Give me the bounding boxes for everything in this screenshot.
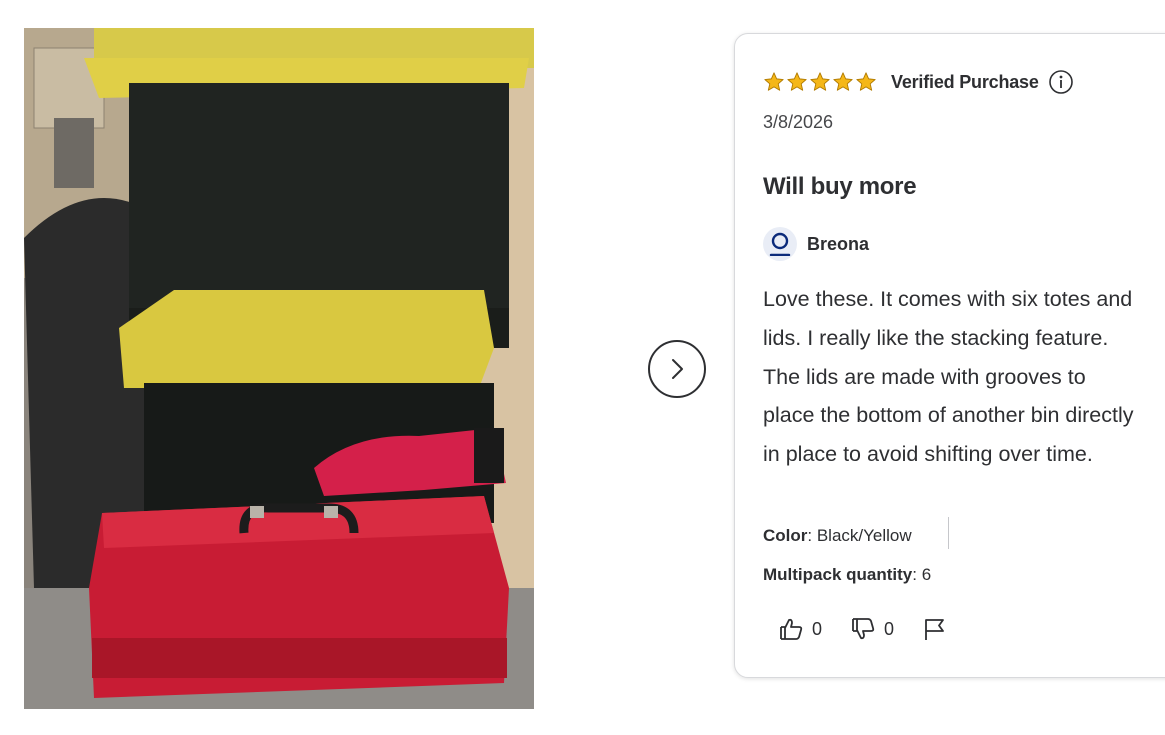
thumbs-down-icon (852, 618, 875, 640)
star-icon (810, 72, 830, 91)
helpful-button[interactable]: 0 (778, 616, 822, 642)
author-name: Breona (807, 233, 870, 254)
helpful-count: 0 (812, 618, 823, 639)
review-title: Will buy more (763, 173, 917, 200)
star-rating (763, 71, 877, 93)
unhelpful-count: 0 (884, 618, 895, 639)
thumbs-up-icon (780, 618, 803, 640)
user-icon (769, 232, 791, 256)
chevron-right-icon (672, 359, 683, 379)
attribute-divider (948, 517, 949, 549)
attribute-quantity-label: Multipack quantity (763, 565, 913, 584)
next-review-button[interactable] (648, 340, 706, 398)
review-author: Breona (763, 227, 869, 261)
attribute-quantity-value: 6 (921, 565, 932, 584)
star-icon (787, 72, 807, 91)
review-actions: 0 0 (778, 616, 948, 642)
attribute-color-value: Black/Yellow (816, 526, 912, 545)
review-photo-image (24, 28, 534, 709)
verified-purchase-label: Verified Purchase (891, 71, 1039, 92)
star-icon (833, 72, 853, 91)
star-icon (764, 72, 784, 91)
review-card: Verified Purchase 3/8/2026 Will buy more… (734, 33, 1165, 678)
avatar (763, 227, 797, 261)
rating-row: Verified Purchase (763, 68, 1074, 96)
review-date: 3/8/2026 (763, 112, 834, 132)
review-body: Love these. It comes with six totes and … (763, 287, 1134, 467)
report-button[interactable] (922, 616, 948, 642)
review-photo[interactable] (24, 28, 534, 709)
info-icon[interactable] (1048, 69, 1074, 95)
attribute-color-label: Color (763, 526, 808, 545)
attribute-quantity: Multipack quantity: 6 (763, 565, 932, 584)
star-icon (856, 72, 876, 91)
flag-icon (925, 619, 944, 640)
unhelpful-button[interactable]: 0 (850, 616, 894, 642)
attribute-color: Color: Black/Yellow (763, 526, 912, 545)
